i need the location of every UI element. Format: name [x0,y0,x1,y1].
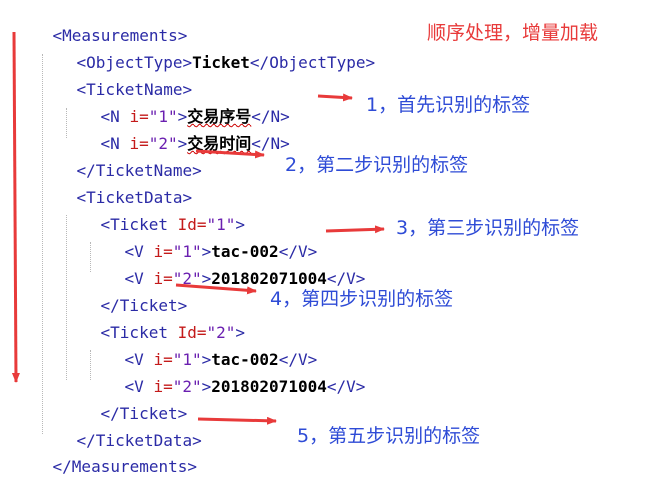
step2-annotation: 2，第二步识别的标签 [285,154,469,176]
step4-arrow [175,283,257,295]
step5-arrow [197,416,277,425]
step3-arrow [325,225,385,234]
step2-arrow [195,149,265,159]
step5-annotation: 5，第五步识别的标签 [297,425,481,447]
step4-annotation: 4，第四步识别的标签 [270,288,454,310]
step3-annotation: 3，第三步识别的标签 [396,217,580,239]
step1-annotation: 1，首先识别的标签 [366,94,531,116]
step1-arrow [317,93,353,102]
vertical-order-arrow [11,31,20,383]
header-annotation: 顺序处理，增量加载 [427,22,599,44]
